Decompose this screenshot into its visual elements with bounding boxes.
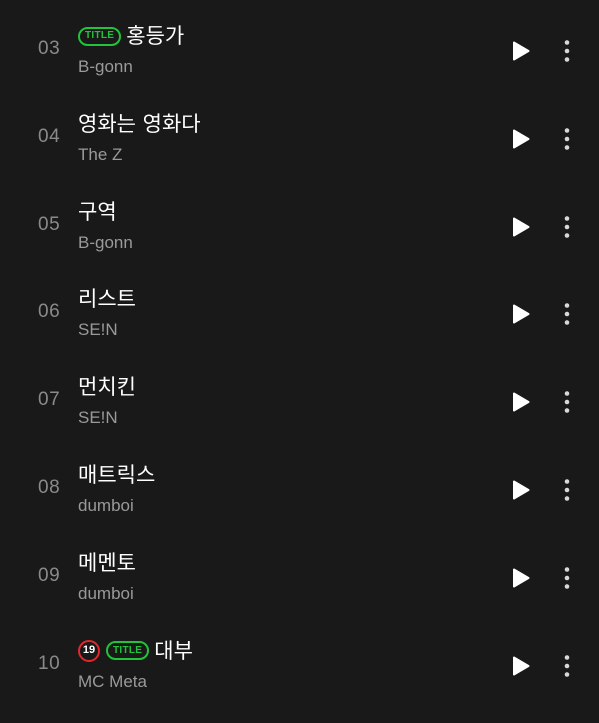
play-icon (513, 304, 530, 324)
play-button[interactable] (508, 301, 534, 327)
track-row[interactable]: 05 구역 B-gonn (0, 183, 599, 271)
play-button[interactable] (508, 214, 534, 240)
artist-name[interactable]: B-gonn (78, 233, 133, 253)
play-button[interactable] (508, 565, 534, 591)
track-number: 03 (38, 38, 61, 59)
play-icon (513, 392, 530, 412)
more-options-button[interactable] (556, 36, 578, 66)
track-row[interactable]: 04 영화는 영화다 The Z (0, 95, 599, 183)
age-19-badge: 19 (78, 639, 100, 662)
more-vertical-icon (564, 127, 570, 150)
artist-name[interactable]: SE!N (78, 408, 118, 428)
more-options-button[interactable] (556, 212, 578, 242)
track-row[interactable]: 09 메멘토 dumboi (0, 534, 599, 622)
track-row[interactable]: 07 먼치킨 SE!N (0, 358, 599, 446)
play-icon (513, 217, 530, 237)
more-vertical-icon (564, 479, 570, 501)
song-title[interactable]: 메멘토 (78, 549, 136, 577)
artist-name[interactable]: dumboi (78, 496, 134, 516)
title-line: TITLE 홍등가 (78, 22, 184, 50)
track-row[interactable]: 06 리스트 SE!N (0, 270, 599, 358)
title-line: 19 TITLE 대부 (78, 637, 193, 665)
title-line: 리스트 (78, 285, 136, 313)
title-line: 메멘토 (78, 549, 136, 577)
song-title[interactable]: 매트릭스 (78, 461, 155, 489)
title-line: 영화는 영화다 (78, 110, 201, 138)
play-button[interactable] (508, 38, 534, 64)
title-line: 매트릭스 (78, 461, 155, 489)
more-vertical-icon (564, 40, 570, 62)
more-vertical-icon (564, 654, 570, 677)
more-options-button[interactable] (556, 475, 578, 505)
title-line: 먼치킨 (78, 373, 136, 401)
more-options-button[interactable] (556, 563, 578, 593)
artist-name[interactable]: SE!N (78, 320, 118, 340)
track-number: 04 (38, 125, 61, 147)
track-row[interactable]: 03 TITLE 홍등가 B-gonn (0, 7, 599, 95)
track-list: 03 TITLE 홍등가 B-gonn 04 영화는 영화다 The Z 05 … (0, 7, 599, 709)
song-title[interactable]: 먼치킨 (78, 373, 136, 401)
title-badge: TITLE (78, 26, 122, 46)
song-title[interactable]: 구역 (78, 198, 117, 226)
track-number: 10 (38, 652, 61, 674)
song-title[interactable]: 리스트 (78, 285, 136, 313)
play-icon (513, 568, 530, 588)
more-vertical-icon (564, 215, 570, 238)
more-options-button[interactable] (556, 299, 578, 329)
title-line: 구역 (78, 198, 117, 226)
more-options-button[interactable] (556, 651, 578, 681)
more-options-button[interactable] (556, 124, 578, 154)
track-number: 08 (38, 476, 61, 498)
song-title[interactable]: 대부 (154, 637, 193, 665)
more-options-button[interactable] (556, 387, 578, 417)
artist-name[interactable]: MC Meta (78, 672, 147, 692)
artist-name[interactable]: B-gonn (78, 57, 133, 77)
play-icon (513, 656, 530, 676)
play-icon (513, 41, 530, 61)
track-row[interactable]: 08 매트릭스 dumboi (0, 446, 599, 534)
track-number: 05 (38, 213, 61, 235)
song-title[interactable]: 홍등가 (126, 22, 184, 50)
more-vertical-icon (564, 566, 570, 589)
title-badge: TITLE (106, 641, 150, 661)
track-number: 07 (38, 389, 61, 411)
play-button[interactable] (508, 389, 534, 415)
track-number: 06 (38, 301, 61, 323)
play-icon (513, 480, 530, 500)
artist-name[interactable]: dumboi (78, 584, 134, 604)
play-button[interactable] (508, 653, 534, 679)
artist-name[interactable]: The Z (78, 145, 122, 165)
track-row[interactable]: 10 19 TITLE 대부 MC Meta (0, 622, 599, 710)
song-title[interactable]: 영화는 영화다 (78, 110, 201, 138)
play-button[interactable] (508, 477, 534, 503)
play-icon (513, 129, 530, 149)
track-number: 09 (38, 564, 61, 586)
more-vertical-icon (564, 303, 570, 326)
play-button[interactable] (508, 126, 534, 152)
more-vertical-icon (564, 391, 570, 413)
